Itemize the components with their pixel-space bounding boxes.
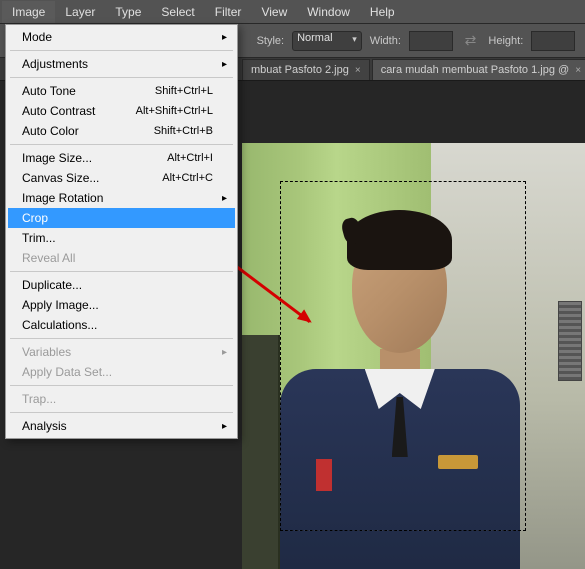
menu-item-mode[interactable]: Mode <box>8 27 235 47</box>
style-select[interactable]: Normal <box>292 31 362 51</box>
menu-item-auto-contrast[interactable]: Auto ContrastAlt+Shift+Ctrl+L <box>8 101 235 121</box>
menu-help[interactable]: Help <box>360 1 405 23</box>
document-tab[interactable]: cara mudah membuat Pasfoto 1.jpg @× <box>372 59 585 80</box>
menu-item-adjustments[interactable]: Adjustments <box>8 54 235 74</box>
document-tab[interactable]: mbuat Pasfoto 2.jpg× <box>242 59 370 80</box>
width-label: Width: <box>370 35 401 47</box>
menu-item-duplicate[interactable]: Duplicate... <box>8 275 235 295</box>
menu-type[interactable]: Type <box>105 1 151 23</box>
menu-item-image-size[interactable]: Image Size...Alt+Ctrl+I <box>8 148 235 168</box>
height-label: Height: <box>488 35 523 47</box>
swap-icon[interactable]: ⇄ <box>461 32 481 49</box>
menu-image[interactable]: Image <box>2 1 55 23</box>
menu-item-trap: Trap... <box>8 389 235 409</box>
menu-layer[interactable]: Layer <box>55 1 105 23</box>
close-icon[interactable]: × <box>575 65 581 76</box>
menu-item-analysis[interactable]: Analysis <box>8 416 235 436</box>
menu-view[interactable]: View <box>251 1 297 23</box>
menu-item-canvas-size[interactable]: Canvas Size...Alt+Ctrl+C <box>8 168 235 188</box>
menu-item-trim[interactable]: Trim... <box>8 228 235 248</box>
menu-window[interactable]: Window <box>297 1 360 23</box>
menu-item-auto-tone[interactable]: Auto ToneShift+Ctrl+L <box>8 81 235 101</box>
menu-select[interactable]: Select <box>151 1 204 23</box>
menu-item-apply-data-set: Apply Data Set... <box>8 362 235 382</box>
height-input[interactable] <box>531 31 575 51</box>
menu-item-calculations[interactable]: Calculations... <box>8 315 235 335</box>
width-input[interactable] <box>409 31 453 51</box>
close-icon[interactable]: × <box>355 65 361 76</box>
menu-filter[interactable]: Filter <box>205 1 252 23</box>
style-label: Style: <box>257 35 285 47</box>
menu-item-crop[interactable]: Crop <box>8 208 235 228</box>
photo-canvas[interactable] <box>242 143 585 569</box>
menu-item-variables: Variables <box>8 342 235 362</box>
menu-item-reveal-all: Reveal All <box>8 248 235 268</box>
menu-item-auto-color[interactable]: Auto ColorShift+Ctrl+B <box>8 121 235 141</box>
menubar: ImageLayerTypeSelectFilterViewWindowHelp <box>0 0 585 24</box>
image-menu-dropdown: ModeAdjustmentsAuto ToneShift+Ctrl+LAuto… <box>5 24 238 439</box>
menu-item-image-rotation[interactable]: Image Rotation <box>8 188 235 208</box>
menu-item-apply-image[interactable]: Apply Image... <box>8 295 235 315</box>
selection-marquee[interactable] <box>280 181 526 531</box>
